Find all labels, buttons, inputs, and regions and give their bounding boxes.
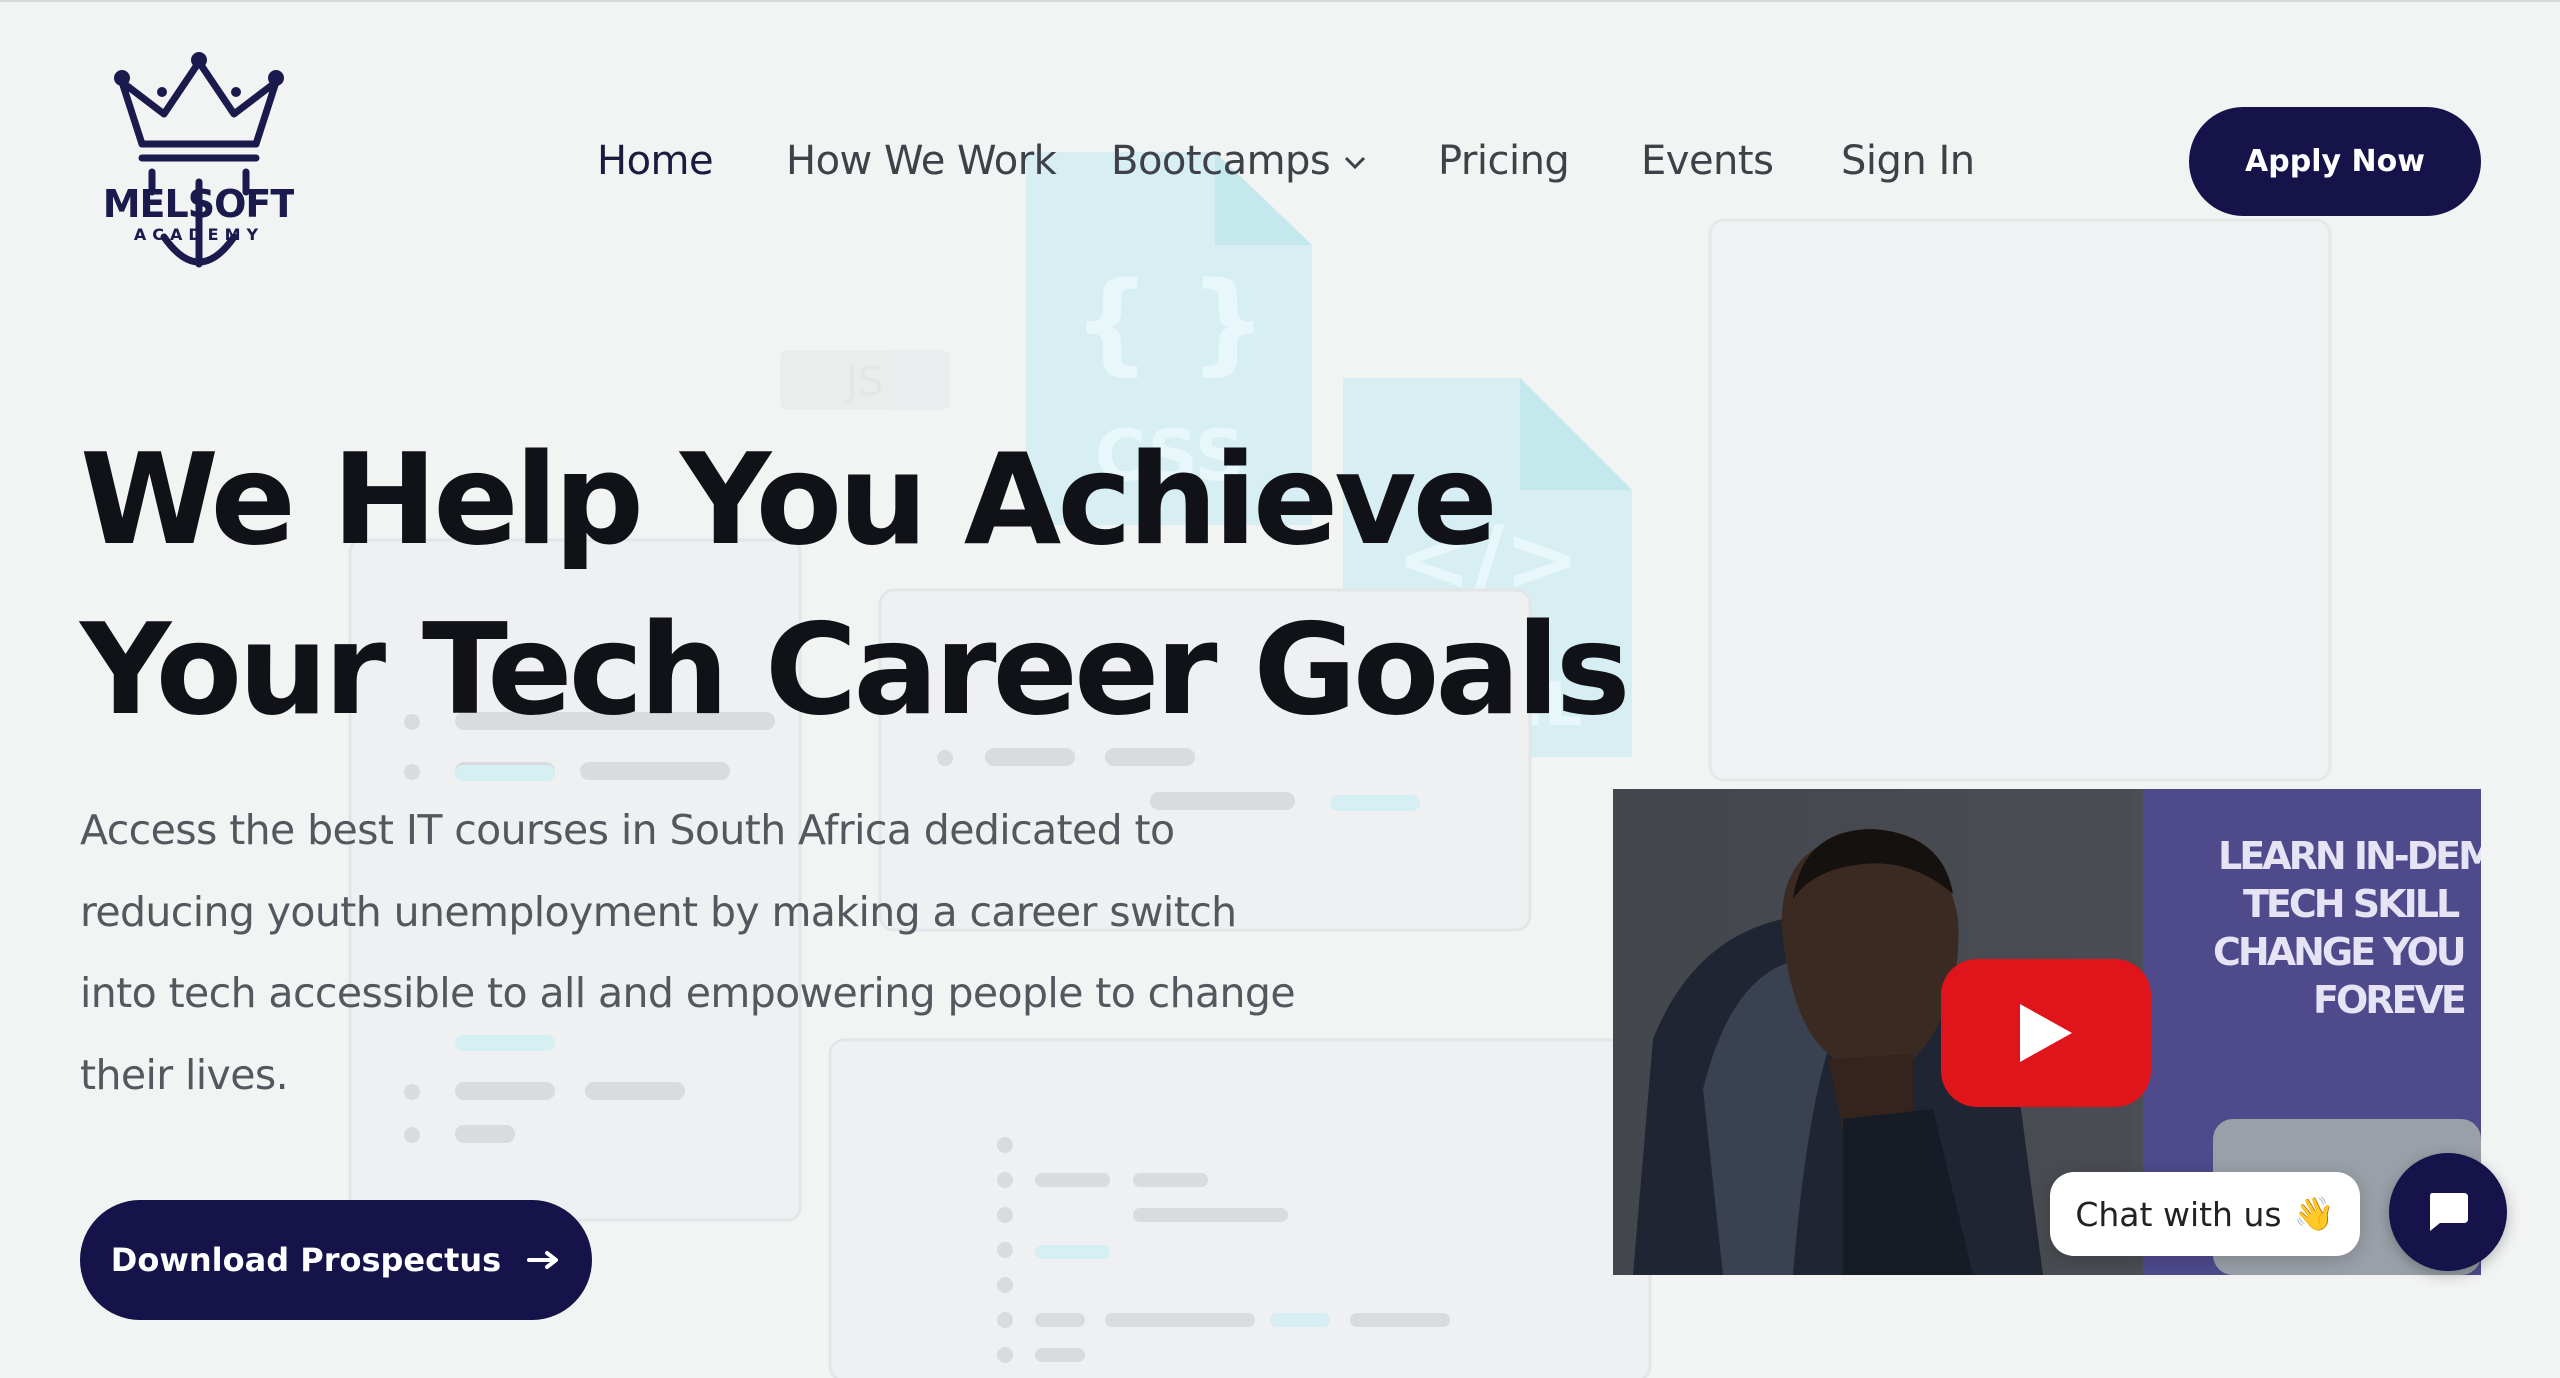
chevron-down-icon [1345,156,1366,170]
play-icon [2020,1004,2072,1062]
arrow-right-icon [527,1251,559,1269]
apply-now-button[interactable]: Apply Now [2189,107,2481,216]
hero-description-line-1: Access the best IT courses in South Afri… [80,806,1175,854]
banner-line-3: CHANGE YOU [2213,930,2464,974]
download-prospectus-button[interactable]: Download Prospectus [80,1200,592,1320]
hero-title-line-2: Your Tech Career Goals [80,596,1631,743]
chat-icon [2430,1193,2468,1231]
nav-pricing[interactable]: Pricing [1438,138,1570,184]
hero-title: We Help You Achieve Your Tech Career Goa… [80,415,1631,755]
nav-bootcamps[interactable]: Bootcamps [1111,138,1366,184]
download-prospectus-label: Download Prospectus [110,1241,502,1279]
nav-how-we-work[interactable]: How We Work [786,138,1057,184]
banner-line-2: TECH SKILL [2243,882,2460,926]
nav-bootcamps-label: Bootcamps [1111,138,1331,184]
hero-description: Access the best IT courses in South Afri… [80,790,1320,1116]
nav-events[interactable]: Events [1641,138,1774,184]
wave-emoji: 👋 [2293,1194,2335,1233]
melsoft-academy-logo[interactable]: MELSOFT ACADEMY [104,52,294,277]
nav-sign-in[interactable]: Sign In [1841,138,1975,184]
top-border [0,0,2560,2]
video-play-button[interactable] [1941,959,2151,1107]
chat-prompt-label: Chat with us [2075,1194,2282,1234]
chat-launcher-button[interactable] [2389,1153,2507,1271]
hero-description-line-2: reducing youth unemployment by making a … [80,887,1237,936]
logo-text: MELSOFT [104,182,294,226]
js-file-label: JS [843,359,883,405]
banner-line-1: LEARN IN-DEM [2218,834,2481,878]
css-file-glyph: { } [1073,258,1268,386]
nav-home[interactable]: Home [597,138,714,184]
chat-prompt[interactable]: Chat with us 👋 [2050,1172,2360,1256]
hero-title-line-1: We Help You Achieve [80,426,1498,573]
logo-subtext: ACADEMY [134,225,264,244]
banner-line-4: FOREVE [2313,978,2465,1022]
hero-description-line-3: into tech accessible to all and empoweri… [80,969,1296,1017]
hero-description-line-4: their lives. [80,1050,289,1099]
